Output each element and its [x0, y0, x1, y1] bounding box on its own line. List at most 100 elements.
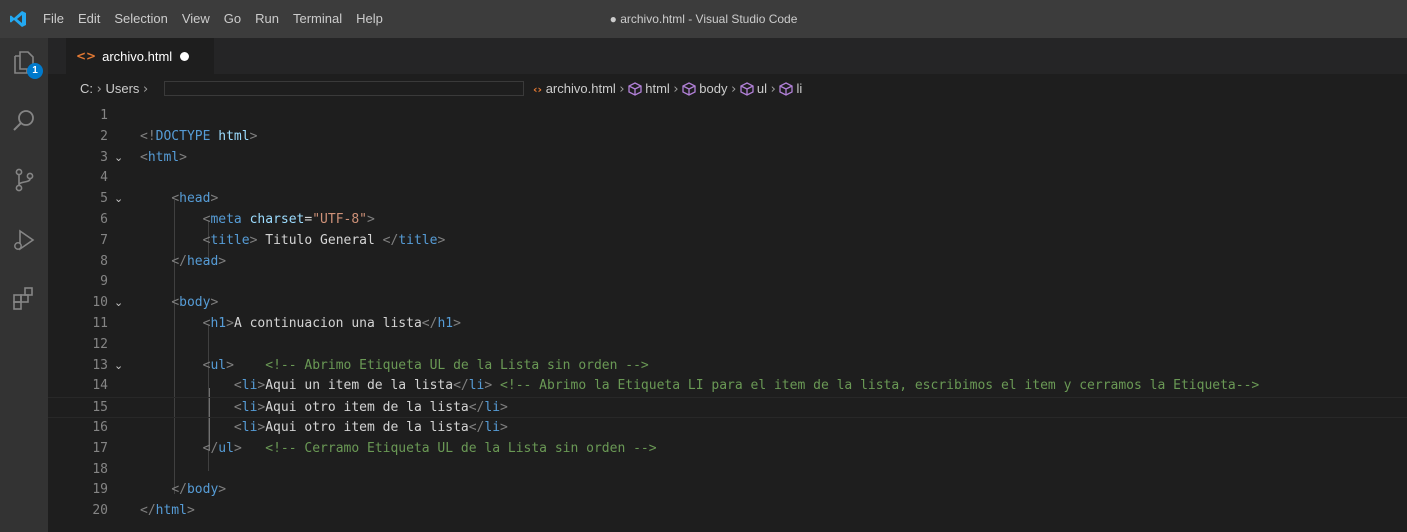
code-line[interactable]: 9: [48, 272, 1407, 293]
menu-file[interactable]: File: [36, 0, 71, 38]
code-token: </: [382, 232, 399, 248]
code-line[interactable]: 20 </html>: [48, 501, 1407, 522]
code-line[interactable]: 19 </body>: [48, 480, 1407, 501]
code-token: title: [398, 232, 438, 248]
breadcrumb-symbol-ul[interactable]: ul: [757, 81, 767, 96]
activity-bar: 1: [0, 38, 48, 532]
menu-run[interactable]: Run: [248, 0, 286, 38]
code-line[interactable]: 8 </head>: [48, 252, 1407, 273]
code-token: >: [437, 232, 446, 248]
menu-terminal[interactable]: Terminal: [286, 0, 349, 38]
code-token: >: [367, 212, 375, 227]
code-line[interactable]: 13 ⌄ <ul> <!-- Abrimo Etiqueta UL de la L…: [48, 356, 1407, 377]
breadcrumb-symbol-body[interactable]: body: [699, 81, 727, 96]
code-line[interactable]: 3 ⌄ <html>: [48, 148, 1407, 169]
code-token: <: [233, 420, 242, 435]
vscode-logo-icon[interactable]: [0, 0, 36, 38]
code-token: </: [453, 378, 469, 394]
line-number: 14: [92, 378, 108, 394]
fold-chevron-icon[interactable]: ⌄: [114, 148, 123, 169]
code-line[interactable]: 15 <li>Aqui otro item de la lista</li>: [48, 397, 1407, 418]
window-title: ● archivo.html - Visual Studio Code: [609, 12, 798, 26]
code-line[interactable]: 5 ⌄ <head>: [48, 189, 1407, 210]
code-token: A continuacion una lista: [233, 316, 422, 331]
line-number: 10: [92, 295, 108, 311]
line-number: 18: [92, 461, 108, 477]
breadcrumb-file[interactable]: archivo.html: [546, 81, 616, 96]
source-control-icon[interactable]: [0, 156, 48, 204]
code-token: Aqui otro item de la lista: [265, 400, 469, 416]
code-token: <!-- Abrimo la Etiqueta LI para el item …: [500, 378, 1260, 394]
code-text: </head>: [140, 252, 226, 273]
code-token: DOCTYPE: [155, 128, 211, 144]
breadcrumb-users[interactable]: Users: [105, 81, 139, 96]
code-line[interactable]: 12: [48, 335, 1407, 356]
explorer-badge: 1: [27, 63, 43, 79]
line-number: 20: [92, 503, 108, 519]
explorer-icon[interactable]: 1: [0, 38, 48, 86]
code-line[interactable]: 1: [48, 106, 1407, 127]
menu-edit[interactable]: Edit: [71, 0, 107, 38]
fold-chevron-icon[interactable]: ⌄: [114, 356, 123, 377]
breadcrumb-root: C: › Users ›: [80, 74, 148, 105]
code-text: <html>: [140, 148, 187, 169]
breadcrumb-drive[interactable]: C:: [80, 81, 93, 96]
line-number: 12: [92, 336, 108, 352]
code-token: h1: [437, 316, 454, 331]
tab-archivo-html[interactable]: <> archivo.html: [66, 38, 214, 74]
code-text: <head>: [140, 189, 218, 210]
code-token: html: [147, 149, 180, 165]
code-editor[interactable]: 1 2 <!DOCTYPE html> 3 ⌄ <html> 4 5 ⌄ <head> 6 <me…: [48, 104, 1407, 532]
code-line[interactable]: 7 <title> Titulo General </title>: [48, 231, 1407, 252]
fold-chevron-icon[interactable]: ⌄: [114, 293, 123, 314]
code-line[interactable]: 14 <li>Aqui un item de la lista</li> <!-…: [48, 376, 1407, 397]
code-line[interactable]: 10 ⌄ <body>: [48, 293, 1407, 314]
symbol-element-icon: [682, 82, 696, 96]
breadcrumb-symbol-li[interactable]: li: [796, 81, 802, 96]
search-icon[interactable]: [0, 97, 48, 145]
code-token: html: [210, 128, 250, 144]
code-token: li: [241, 400, 258, 416]
code-token: </: [171, 253, 187, 269]
code-token: >: [453, 316, 461, 331]
menu-go[interactable]: Go: [217, 0, 248, 38]
code-text: <h1>A continuacion una lista</h1>: [140, 314, 461, 335]
code-line[interactable]: 4: [48, 168, 1407, 189]
line-number: 2: [100, 128, 108, 144]
menu-view[interactable]: View: [175, 0, 217, 38]
chevron-right-icon: ›: [619, 82, 625, 97]
breadcrumb: C: › Users › ‹› archivo.html › html › bo…: [48, 74, 1407, 104]
extensions-icon[interactable]: [0, 275, 48, 323]
menu-help[interactable]: Help: [349, 0, 390, 38]
code-line[interactable]: 18: [48, 460, 1407, 481]
code-token: >: [210, 295, 219, 311]
code-token: >: [186, 503, 195, 519]
title-bar: File Edit Selection View Go Run Terminal…: [0, 0, 1407, 38]
code-token: <!-- Abrimo Etiqueta UL de la Lista sin …: [265, 357, 649, 373]
code-token: >: [179, 149, 187, 165]
code-line[interactable]: 17 </ul> <!-- Cerramo Etiqueta UL de la …: [48, 439, 1407, 460]
run-debug-icon[interactable]: [0, 216, 48, 264]
chevron-right-icon: ›: [770, 82, 776, 97]
code-token: "UTF-8": [312, 212, 368, 227]
line-number: 4: [100, 170, 108, 186]
code-token: >: [233, 440, 242, 456]
code-token: </: [140, 503, 156, 519]
code-line[interactable]: 6 <meta charset="UTF-8">: [48, 210, 1407, 231]
unsaved-dot-icon[interactable]: [180, 51, 190, 61]
code-line[interactable]: 11 <h1>A continuacion una lista</h1>: [48, 314, 1407, 335]
code-line[interactable]: 16 <li>Aqui otro item de la lista</li>: [48, 418, 1407, 439]
code-line[interactable]: 2 <!DOCTYPE html>: [48, 127, 1407, 148]
line-number: 15: [92, 400, 108, 416]
menu-selection[interactable]: Selection: [107, 0, 174, 38]
code-text: <ul> <!-- Abrimo Etiqueta UL de la Lista…: [140, 356, 649, 377]
code-token: </: [421, 316, 438, 331]
breadcrumb-symbol-html[interactable]: html: [645, 81, 670, 96]
code-token: >: [226, 316, 234, 331]
chevron-right-icon: ›: [143, 82, 149, 97]
fold-chevron-icon[interactable]: ⌄: [114, 189, 123, 210]
code-text: <li>Aqui otro item de la lista</li>: [140, 398, 508, 419]
